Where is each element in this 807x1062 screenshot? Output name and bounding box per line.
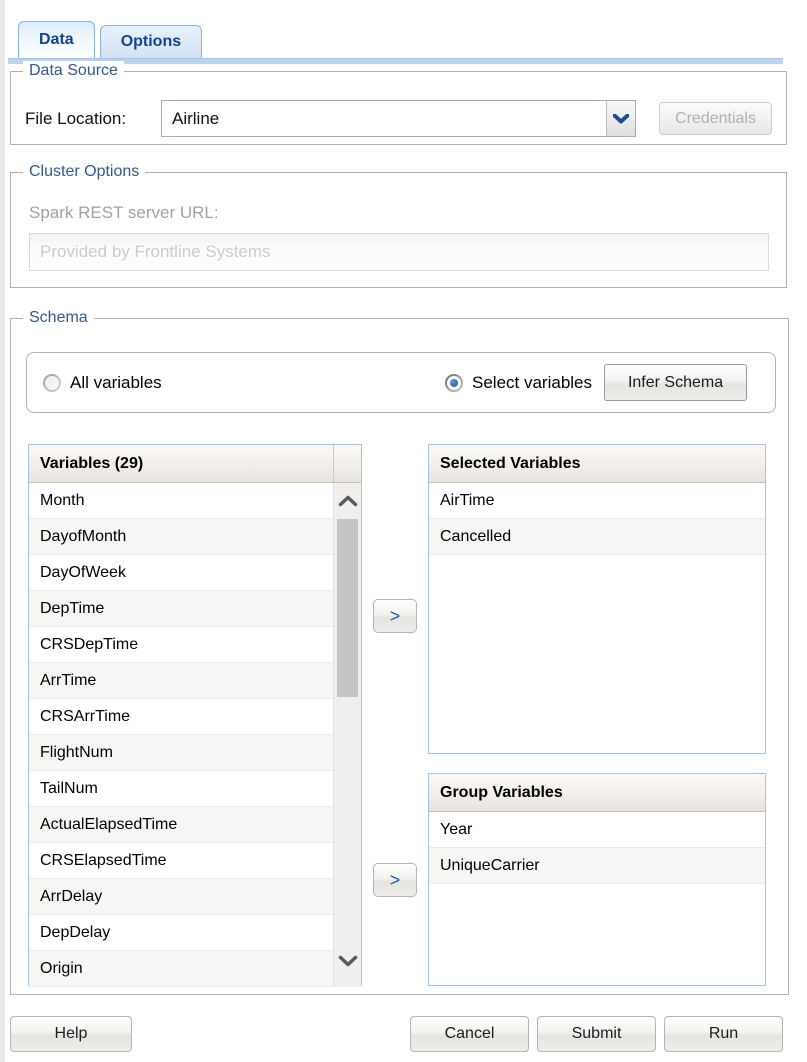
all-variables-label: All variables [70, 373, 162, 393]
run-button[interactable]: Run [664, 1016, 783, 1052]
variables-list-item[interactable]: CRSElapsedTime [29, 843, 333, 879]
select-variables-option[interactable]: Select variables Infer Schema [445, 364, 747, 401]
all-variables-radio[interactable] [43, 374, 61, 392]
selected-variables-item[interactable]: Cancelled [429, 519, 765, 555]
file-location-value: Airline [162, 109, 606, 129]
variables-list-item-label: DayofMonth [40, 528, 126, 546]
schema-fieldset: Schema All variables Select variables In… [10, 318, 789, 995]
group-variables-list: Year UniqueCarrier [429, 812, 765, 884]
variables-list-item-label: DayOfWeek [40, 564, 126, 582]
variables-list-item-label: Month [40, 492, 84, 510]
variables-list-item[interactable]: FlightNum [29, 735, 333, 771]
variables-list-item[interactable]: Origin [29, 951, 333, 987]
variables-list-item-label: CRSDepTime [40, 636, 138, 654]
variables-list-item[interactable]: DepDelay [29, 915, 333, 951]
chevron-up-icon [338, 495, 358, 507]
cluster-options-fieldset: Cluster Options Spark REST server URL: [10, 172, 787, 288]
file-location-dropdown[interactable]: Airline [161, 100, 636, 137]
variables-list-item-label: CRSElapsedTime [40, 852, 167, 870]
variables-list-item-label: DepDelay [40, 924, 110, 942]
spark-url-input[interactable] [29, 233, 769, 271]
all-variables-option[interactable]: All variables [43, 373, 162, 393]
schema-legend: Schema [23, 308, 94, 328]
scrollbar-thumb[interactable] [337, 519, 358, 697]
selected-variables-list: AirTime Cancelled [429, 483, 765, 555]
variables-list-item[interactable]: ArrDelay [29, 879, 333, 915]
variables-scrollbar[interactable] [333, 483, 361, 987]
group-variables-header: Group Variables [429, 774, 765, 812]
variables-list-item[interactable]: CRSDepTime [29, 627, 333, 663]
move-to-group-button[interactable]: > [373, 863, 417, 897]
infer-schema-button[interactable]: Infer Schema [604, 364, 747, 401]
variables-list-item-label: ArrTime [40, 672, 96, 690]
variables-list-item[interactable]: DayOfWeek [29, 555, 333, 591]
selected-variables-panel: Selected Variables AirTime Cancelled [428, 444, 766, 754]
data-source-legend: Data Source [23, 61, 124, 81]
selected-variables-item-label: Cancelled [440, 528, 511, 546]
variables-list-item[interactable]: ActualElapsedTime [29, 807, 333, 843]
scroll-down-button[interactable] [334, 955, 361, 967]
chevron-down-icon [338, 955, 358, 967]
variables-list-item[interactable]: DepTime [29, 591, 333, 627]
variables-scrollbar-header [333, 445, 361, 483]
variables-list-item-label: FlightNum [40, 744, 113, 762]
cluster-options-legend: Cluster Options [23, 162, 145, 182]
chevron-down-icon [613, 114, 629, 124]
scroll-up-button[interactable] [334, 495, 361, 507]
selected-variables-header: Selected Variables [429, 445, 765, 483]
group-variables-item[interactable]: Year [429, 812, 765, 848]
variables-header: Variables (29) [29, 445, 333, 483]
tab-options-label: Options [121, 33, 181, 51]
selected-variables-item-label: AirTime [440, 492, 495, 510]
variable-mode-box: All variables Select variables Infer Sch… [26, 352, 776, 413]
spark-url-label: Spark REST server URL: [29, 203, 219, 223]
tab-bar: Data Options [18, 0, 202, 58]
window-left-edge [0, 0, 5, 1062]
select-variables-radio[interactable] [445, 374, 463, 392]
group-variables-item-label: Year [440, 821, 472, 839]
variables-list-item-label: CRSArrTime [40, 708, 130, 726]
cancel-button[interactable]: Cancel [410, 1016, 529, 1052]
variables-list-item-label: ArrDelay [40, 888, 102, 906]
variables-list-item[interactable]: CRSArrTime [29, 699, 333, 735]
dropdown-arrow-button[interactable] [606, 101, 635, 136]
group-variables-item[interactable]: UniqueCarrier [429, 848, 765, 884]
variables-list-item-label: TailNum [40, 780, 98, 798]
variables-list-item-label: ActualElapsedTime [40, 816, 177, 834]
file-location-label: File Location: [25, 109, 161, 129]
variables-list-item[interactable]: DayofMonth [29, 519, 333, 555]
move-to-selected-button[interactable]: > [373, 599, 417, 633]
variables-list-item[interactable]: ArrTime [29, 663, 333, 699]
variables-list-item[interactable]: Month [29, 483, 333, 519]
select-variables-label: Select variables [472, 373, 592, 393]
submit-button[interactable]: Submit [537, 1016, 656, 1052]
variables-panel: Variables (29) Month DayofMonth DayOfWee… [28, 444, 362, 986]
selected-variables-item[interactable]: AirTime [429, 483, 765, 519]
variables-list-item-label: Origin [40, 960, 83, 978]
variables-list-item-label: DepTime [40, 600, 104, 618]
tab-underline [8, 58, 783, 64]
variables-list: Month DayofMonth DayOfWeek DepTime CRSDe… [29, 483, 333, 987]
help-button[interactable]: Help [10, 1016, 132, 1052]
file-location-row: File Location: Airline Credentials [25, 100, 772, 137]
tab-options[interactable]: Options [100, 25, 202, 58]
group-variables-panel: Group Variables Year UniqueCarrier [428, 773, 766, 986]
data-source-fieldset: Data Source File Location: Airline Crede… [10, 71, 787, 145]
tab-data[interactable]: Data [18, 21, 95, 58]
group-variables-item-label: UniqueCarrier [440, 857, 540, 875]
tab-data-label: Data [39, 31, 74, 49]
credentials-button[interactable]: Credentials [659, 102, 772, 135]
variables-list-item[interactable]: TailNum [29, 771, 333, 807]
